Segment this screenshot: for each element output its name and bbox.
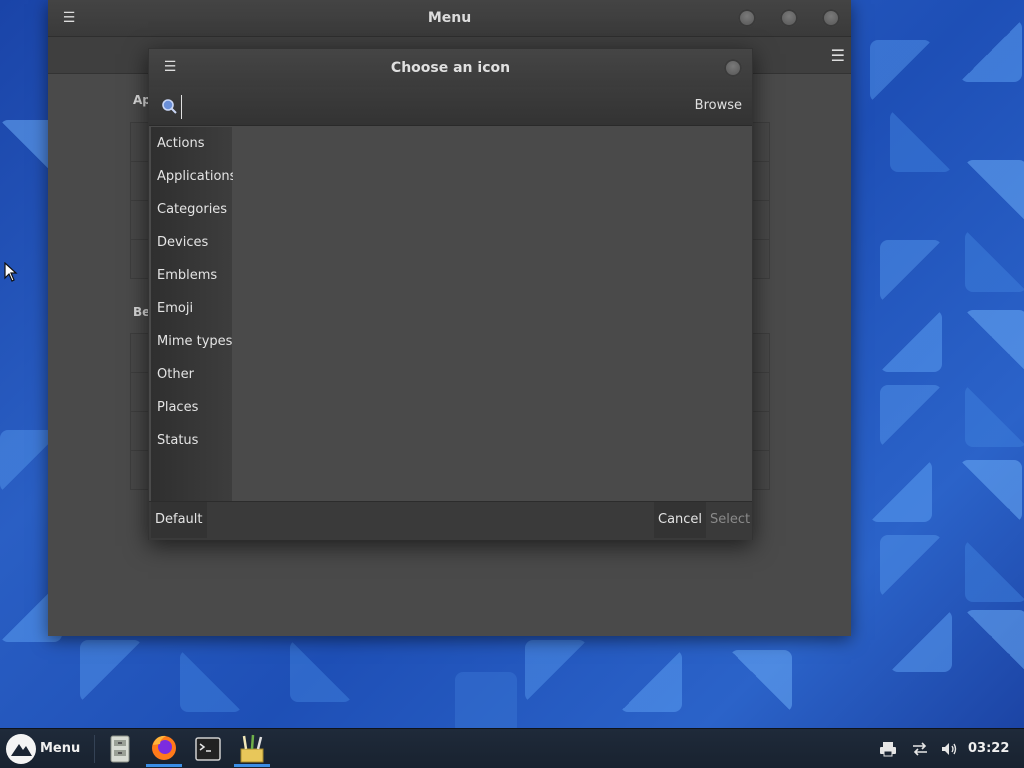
dialog-title: Choose an icon (390, 60, 511, 76)
text-editor-launcher[interactable] (234, 731, 270, 767)
cancel-button[interactable]: Cancel (654, 502, 707, 538)
wallpaper-tile (965, 230, 1024, 292)
category-item-devices[interactable]: Devices (151, 226, 232, 259)
active-app-indicator (234, 764, 270, 767)
firefox-icon (152, 735, 176, 760)
category-item-places[interactable]: Places (151, 391, 232, 424)
distro-logo-icon (6, 734, 36, 764)
file-manager-launcher[interactable] (102, 731, 138, 767)
category-item-applications[interactable]: Applications (151, 160, 236, 193)
dialog-close-button[interactable] (724, 59, 742, 77)
text-editor-icon (240, 734, 264, 763)
background-window-titlebar[interactable]: ☰ Menu (48, 0, 851, 37)
file-cabinet-icon (110, 735, 130, 763)
select-button[interactable]: Select (706, 502, 754, 538)
clock[interactable]: 03:22 (968, 729, 1009, 768)
category-item-other[interactable]: Other (151, 358, 232, 391)
wallpaper-tile (880, 385, 942, 447)
wallpaper-tile (965, 540, 1024, 602)
wallpaper-tile (890, 110, 952, 172)
search-icon (162, 99, 177, 114)
wallpaper-tile (455, 672, 517, 734)
wallpaper-tile (620, 650, 682, 712)
wallpaper-tile (965, 160, 1024, 222)
wallpaper-tile (180, 650, 242, 712)
choose-icon-dialog: ☰ Choose an icon Browse Actions Applicat… (148, 48, 753, 540)
minimize-button[interactable] (738, 9, 756, 27)
wallpaper-tile (965, 310, 1024, 372)
background-window-title: Menu (427, 10, 472, 26)
category-item-actions[interactable]: Actions (151, 127, 232, 160)
icon-grid-area[interactable] (233, 127, 750, 501)
wallpaper-tile (80, 640, 142, 702)
category-list: Actions Applications Categories Devices … (151, 127, 236, 501)
wallpaper-tile (890, 610, 952, 672)
category-item-emoji[interactable]: Emoji (151, 292, 232, 325)
hamburger-menu-icon[interactable]: ☰ (831, 46, 845, 65)
category-item-status[interactable]: Status (151, 424, 232, 457)
mouse-pointer-icon (4, 262, 18, 282)
search-bar: Browse (149, 87, 752, 126)
wallpaper-tile (965, 610, 1024, 672)
start-menu-button[interactable]: Menu (6, 733, 90, 765)
taskbar-separator (94, 735, 95, 763)
category-item-mime-types[interactable]: Mime types (151, 325, 232, 358)
wallpaper-tile (870, 40, 932, 102)
wallpaper-tile (960, 20, 1022, 82)
terminal-launcher[interactable] (190, 731, 226, 767)
category-item-emblems[interactable]: Emblems (151, 259, 232, 292)
search-input[interactable] (181, 95, 688, 119)
maximize-button[interactable] (780, 9, 798, 27)
network-icon[interactable] (910, 739, 930, 759)
wallpaper-tile (880, 240, 942, 302)
terminal-icon (195, 737, 221, 761)
wallpaper-tile (960, 460, 1022, 522)
browse-button[interactable]: Browse (693, 95, 744, 117)
close-button[interactable] (822, 9, 840, 27)
firefox-launcher[interactable] (146, 731, 182, 767)
taskbar: Menu 03:22 (0, 728, 1024, 768)
active-app-indicator (146, 764, 182, 767)
wallpaper-tile (730, 650, 792, 712)
default-button[interactable]: Default (151, 502, 207, 538)
wallpaper-tile (880, 535, 942, 597)
wallpaper-tile (870, 460, 932, 522)
wallpaper-tile (525, 640, 587, 702)
wallpaper-tile (965, 385, 1024, 447)
volume-icon[interactable] (939, 739, 959, 759)
start-menu-label: Menu (40, 741, 81, 756)
wallpaper-tile (290, 640, 352, 702)
desktop: ☰ Menu ☰ Ap Be ☰ Choose an icon Browse A… (0, 0, 1024, 768)
dialog-titlebar[interactable]: ☰ Choose an icon (149, 49, 752, 87)
dialog-footer: Default Cancel Select (149, 501, 752, 540)
wallpaper-tile (880, 310, 942, 372)
printer-icon[interactable] (878, 739, 898, 759)
category-item-categories[interactable]: Categories (151, 193, 232, 226)
